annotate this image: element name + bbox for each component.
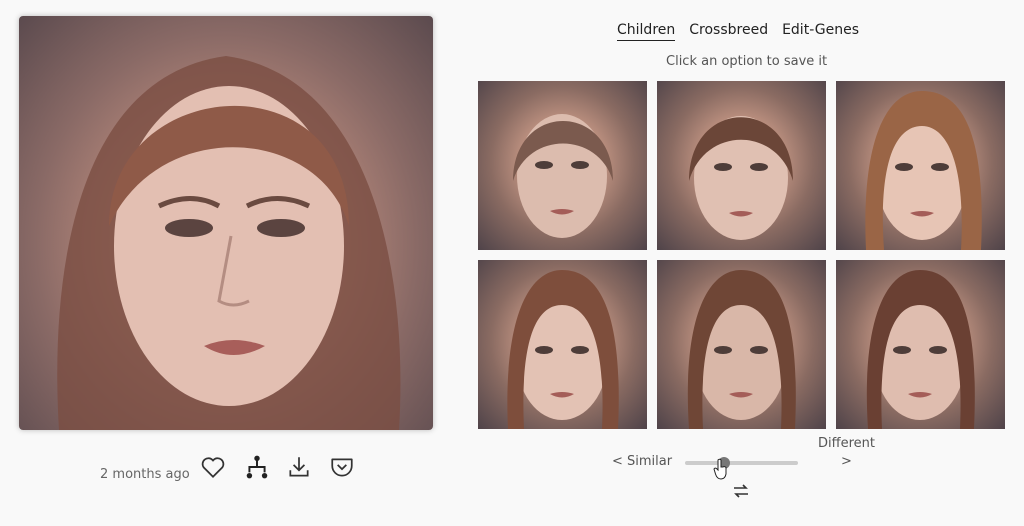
save-button[interactable] [327,452,357,482]
meta-row: 2 months ago [0,452,452,482]
heart-icon [201,457,225,478]
portrait-thumbnail [513,114,613,238]
child-option-2[interactable] [657,81,826,250]
portrait-thumbnail [507,270,619,429]
download-icon [289,457,309,477]
variation-slider[interactable] [685,457,798,469]
portrait-art [57,56,401,430]
child-option-3[interactable] [836,81,1005,250]
different-arrow[interactable]: > [841,454,852,469]
portrait-thumbnail [866,270,975,429]
portrait-thumbnail [689,116,793,240]
child-option-1[interactable] [478,81,647,250]
download-button[interactable] [284,452,314,482]
main-portrait-image [19,16,433,430]
tab-crossbreed[interactable]: Crossbreed [689,22,768,41]
child-option-6[interactable] [836,260,1005,429]
tab-edit-genes[interactable]: Edit-Genes [782,22,859,41]
mode-tabs: Children Crossbreed Edit-Genes [617,22,859,41]
portrait-thumbnail [687,270,796,429]
child-option-4[interactable] [478,260,647,429]
child-option-5[interactable] [657,260,826,429]
portrait-thumbnail [865,91,982,250]
tree-icon [246,455,268,479]
similar-label[interactable]: < Similar [612,454,672,469]
like-button[interactable] [198,452,228,482]
different-label: Different [818,436,875,451]
tab-children[interactable]: Children [617,22,676,41]
shuffle-icon[interactable] [729,479,753,503]
variation-control: < Similar Different > [600,430,900,510]
family-tree-button[interactable] [242,452,272,482]
pocket-save-icon [331,458,353,477]
timestamp: 2 months ago [100,467,190,482]
save-hint: Click an option to save it [666,54,828,69]
hand-cursor-icon [713,458,727,480]
